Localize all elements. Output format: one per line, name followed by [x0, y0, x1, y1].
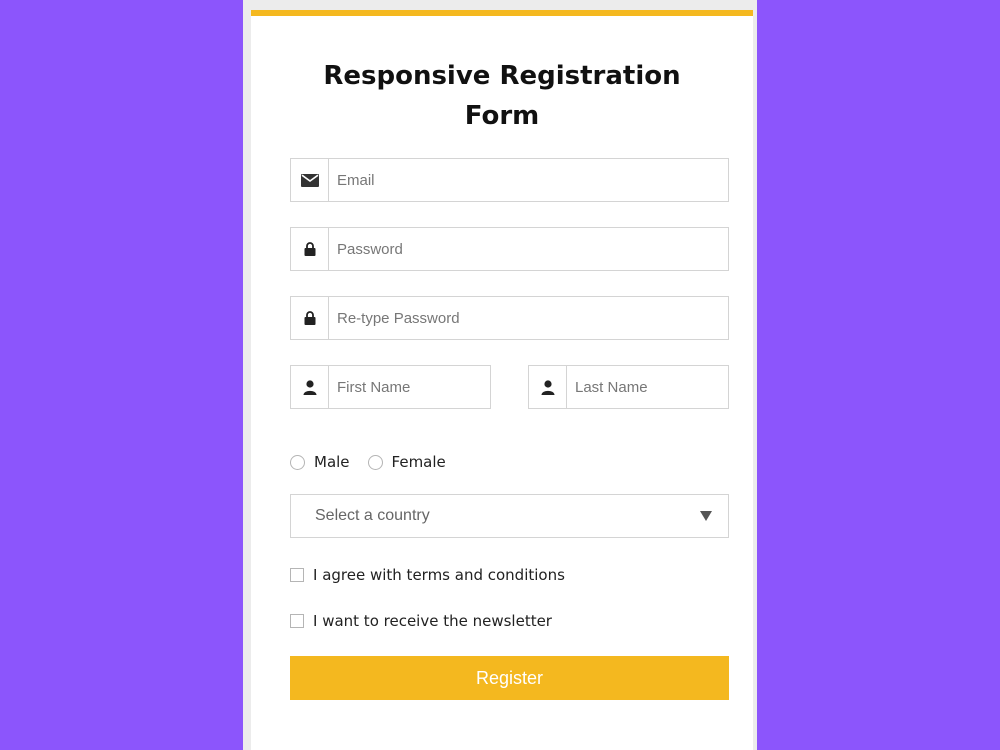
title-line-2: Form [464, 101, 540, 131]
radio-circle[interactable] [367, 454, 383, 470]
radio-female[interactable]: Female [367, 453, 446, 471]
title-line-1: Responsive Registration [323, 61, 681, 91]
country-select-value: Select a country [315, 507, 430, 524]
first-name-input[interactable] [329, 366, 490, 408]
terms-checkbox-row[interactable]: I agree with terms and conditions [290, 566, 565, 584]
email-field [290, 158, 729, 202]
lock-icon [291, 297, 329, 339]
registration-card: Responsive Registration Form Email First… [251, 10, 753, 750]
last-name-input[interactable] [567, 366, 728, 408]
radio-female-label: Female [391, 453, 446, 471]
radio-circle[interactable] [290, 454, 305, 470]
password-field [290, 227, 729, 271]
newsletter-checkbox[interactable] [290, 614, 304, 628]
register-button[interactable]: Register [290, 656, 729, 700]
last-name-field [528, 365, 729, 409]
first-name-field [290, 365, 491, 409]
caret-down-icon [700, 511, 712, 521]
envelope-icon [291, 159, 329, 201]
terms-checkbox[interactable] [290, 568, 304, 582]
radio-male[interactable]: Male [290, 453, 350, 471]
gender-radio-group: Male Female [290, 453, 464, 471]
retype-password-input[interactable] [329, 297, 728, 339]
newsletter-checkbox-row[interactable]: I want to receive the newsletter [290, 612, 552, 630]
terms-label: I agree with terms and conditions [313, 566, 565, 584]
country-select[interactable]: Select a country [290, 494, 729, 538]
page-title: Responsive Registration Form [251, 56, 753, 136]
radio-male-label: Male [314, 453, 350, 471]
user-icon [291, 366, 329, 408]
newsletter-label: I want to receive the newsletter [313, 612, 552, 630]
user-icon [529, 366, 567, 408]
form-container-border: Responsive Registration Form Email First… [243, 0, 757, 750]
retype-password-field [290, 296, 729, 340]
lock-icon [291, 228, 329, 270]
email-input[interactable] [329, 159, 728, 201]
password-input[interactable] [329, 228, 728, 270]
